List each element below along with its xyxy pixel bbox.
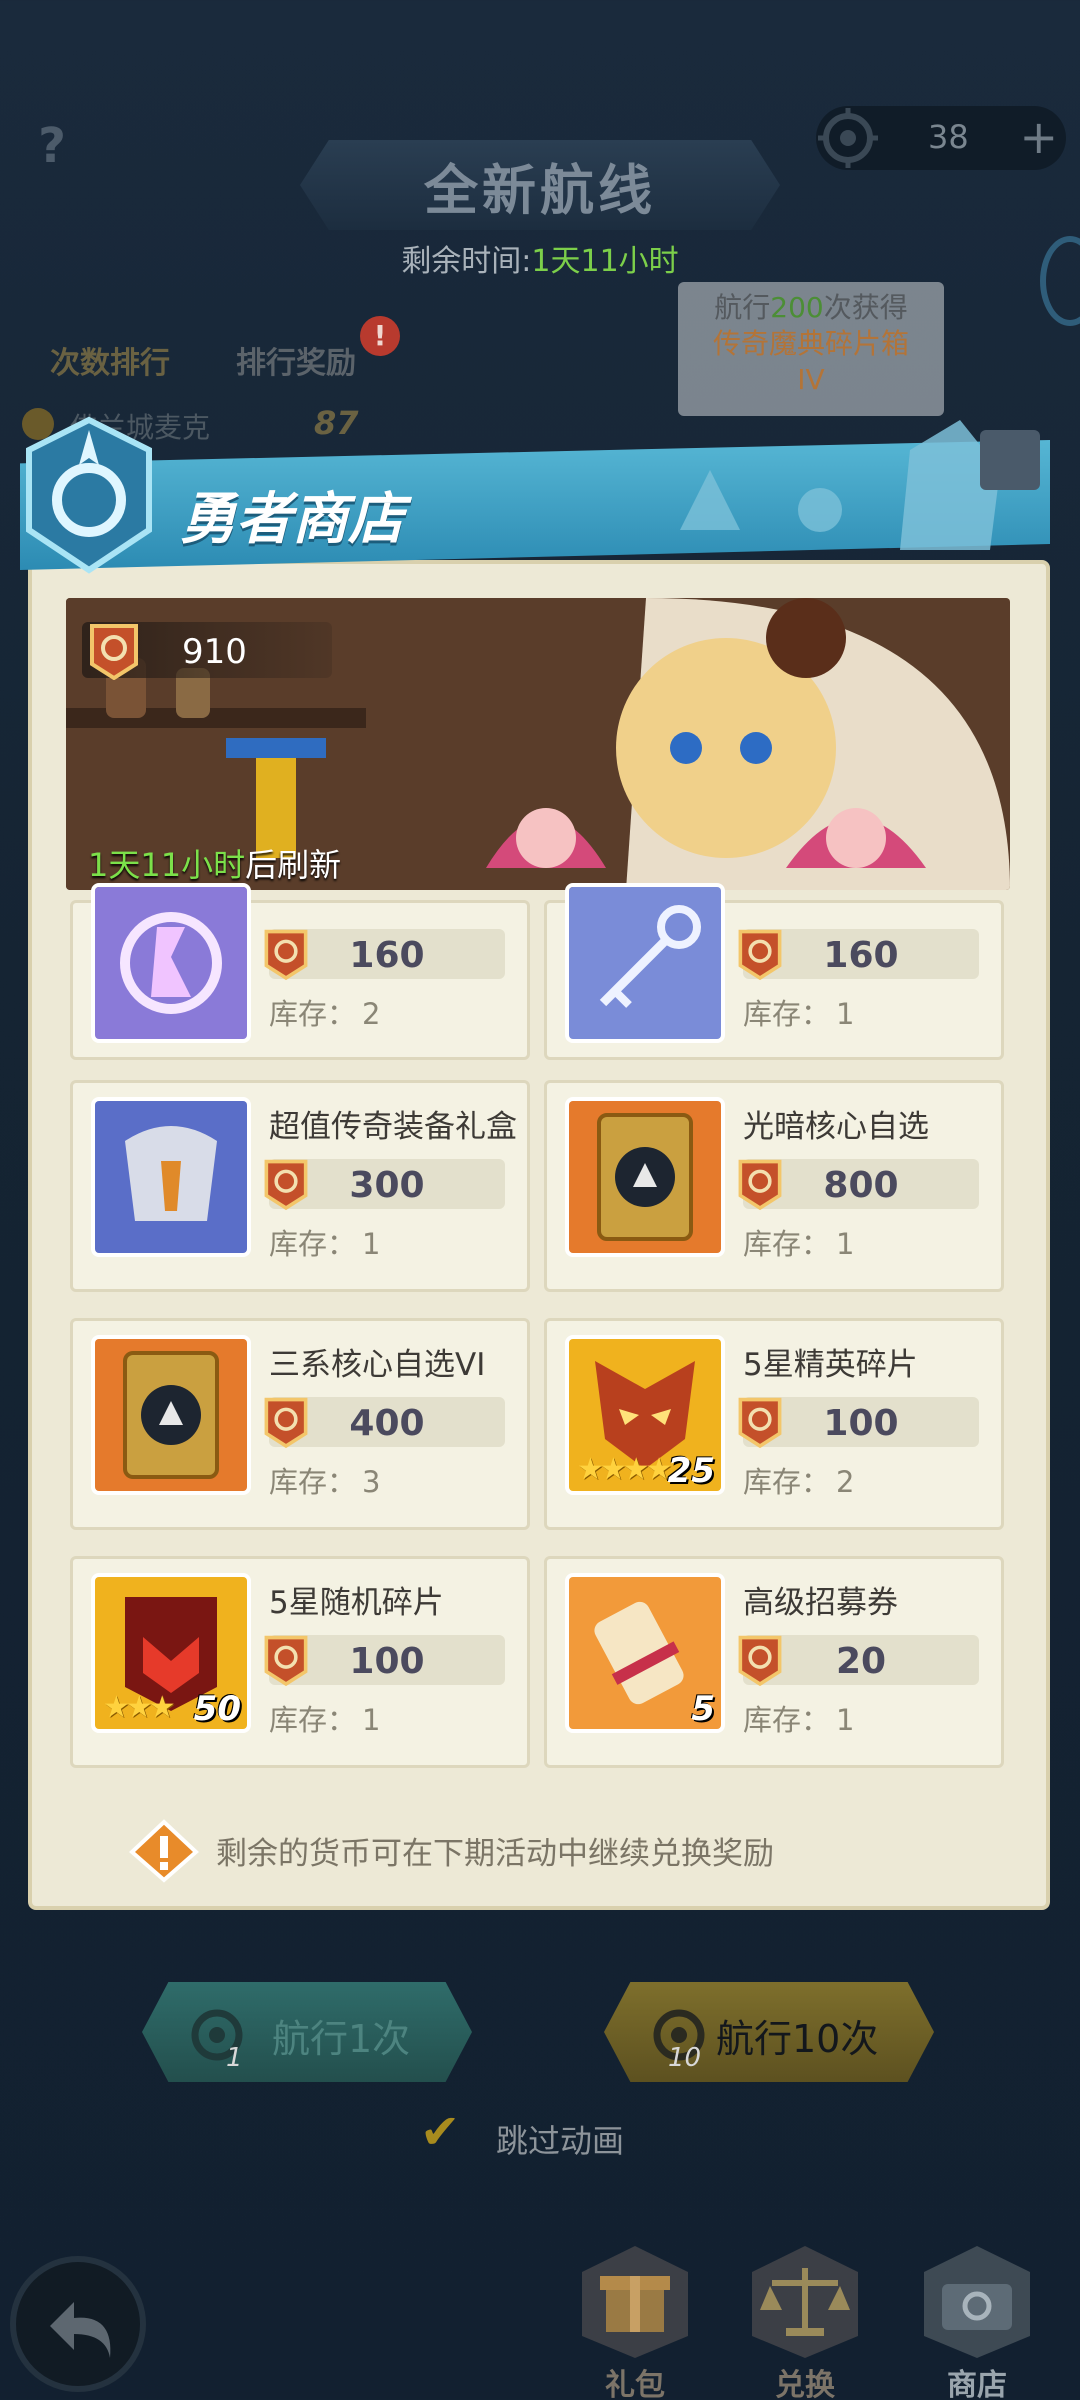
item-name: 5星随机碎片 <box>269 1585 444 1621</box>
help-button[interactable]: ? <box>28 118 76 174</box>
item-price: 160 <box>349 935 425 976</box>
price-tag: 160 <box>264 929 505 981</box>
scales-icon <box>752 2246 858 2358</box>
skip-animation-toggle[interactable]: ✔ 跳过动画 <box>420 2104 660 2160</box>
item-stock: 库存： 1 <box>269 1703 381 1737</box>
tab-count-rank[interactable]: 次数排行 <box>50 338 170 382</box>
nav-gift-tab[interactable]: 礼包 <box>570 2240 700 2400</box>
elite-mask-icon: ★★★★ 25 <box>565 1335 725 1495</box>
shop-item-card[interactable]: 三系核心自选VI 400 库存： 3 <box>70 1318 530 1530</box>
svg-text:1: 1 <box>226 2043 243 2070</box>
compass-count: 38 <box>928 118 969 156</box>
shop-item-card[interactable]: 光暗核心自选 800 库存： 1 <box>544 1080 1004 1292</box>
voyage-reward-tip: 航行200次获得 传奇魔典碎片箱 IV <box>678 282 944 416</box>
currency-notice: 剩余的货币可在下期活动中继续兑换奖励 <box>128 1818 1008 1883</box>
nav-exchange-tab[interactable]: 兑换 <box>740 2240 870 2400</box>
core-card-icon <box>91 1335 251 1495</box>
shop-item-card[interactable]: ★★★ 50 5星随机碎片 100 库存： 1 <box>70 1556 530 1768</box>
price-tag: 300 <box>264 1159 505 1211</box>
plus-icon[interactable]: + <box>1019 112 1058 162</box>
refresh-countdown: 1天11小时后刷新 <box>88 846 342 884</box>
alert-icon: ! <box>360 316 400 356</box>
item-stock: 库存： 1 <box>743 1227 855 1261</box>
item-name: 高级招募券 <box>743 1585 898 1621</box>
price-tag: 400 <box>264 1397 505 1449</box>
shop-item-card[interactable]: 160 库存： 1 <box>544 883 1004 1060</box>
item-quantity: 50 <box>193 1689 241 1729</box>
shop-item-card[interactable]: ★★★★ 25 5星精英碎片 100 库存： 2 <box>544 1318 1004 1530</box>
item-stock: 库存： 1 <box>269 1227 381 1261</box>
compass-icon <box>818 108 878 168</box>
item-stock: 库存： 1 <box>743 997 855 1031</box>
warning-icon <box>129 1819 199 1883</box>
check-icon: ✔ <box>420 2104 461 2160</box>
remaining-time: 剩余时间:1天11小时 <box>401 244 679 279</box>
sail-ten-button[interactable]: 10 航行10次 <box>604 1982 934 2082</box>
page-title: 全新航线 <box>424 158 656 222</box>
shop-chest-icon <box>924 2246 1030 2358</box>
star-rating: ★★★★ <box>577 1452 673 1487</box>
scroll-icon: 5 <box>565 1573 725 1733</box>
rank-tabs: 次数排行 排行奖励 ! <box>0 316 420 390</box>
price-tag: 20 <box>738 1635 979 1687</box>
item-stock: 库存： 2 <box>743 1465 855 1499</box>
price-tag: 100 <box>264 1635 505 1687</box>
core-card-icon <box>565 1097 725 1257</box>
ship-wheel-icon: 10 <box>653 2009 705 2070</box>
hero-coin-icon <box>90 624 138 680</box>
armor-icon <box>91 1097 251 1257</box>
item-name: 光暗核心自选 <box>743 1109 929 1145</box>
item-name: 三系核心自选VI <box>269 1347 486 1383</box>
header-decoration <box>680 420 1040 550</box>
gift-icon <box>582 2246 688 2358</box>
shop-item-card[interactable]: 超值传奇装备礼盒 300 库存： 1 <box>70 1080 530 1292</box>
currency-display: 910 <box>82 622 332 680</box>
rune-icon <box>91 883 251 1043</box>
item-stock: 库存： 1 <box>743 1703 855 1737</box>
item-name: 超值传奇装备礼盒 <box>269 1109 517 1145</box>
shop-item-card[interactable]: 5 高级招募券 20 库存： 1 <box>544 1556 1004 1768</box>
event-title-banner: 全新航线 <box>300 140 780 230</box>
item-price: 160 <box>823 935 899 976</box>
shop-emblem-icon <box>26 416 152 574</box>
back-button[interactable] <box>10 2256 146 2392</box>
shop-title: 勇者商店 <box>180 487 404 552</box>
sail-once-button[interactable]: 1 航行1次 <box>142 1982 472 2082</box>
tab-rank-rewards[interactable]: 排行奖励 <box>236 338 356 382</box>
item-price: 300 <box>349 1165 425 1206</box>
item-price: 100 <box>349 1641 425 1682</box>
price-tag: 100 <box>738 1397 979 1449</box>
svg-text:10: 10 <box>668 2043 701 2070</box>
item-quantity: 5 <box>691 1689 715 1729</box>
price-tag: 160 <box>738 929 979 981</box>
shop-item-card[interactable]: 160 库存： 2 <box>70 883 530 1060</box>
item-price: 100 <box>823 1403 899 1444</box>
ship-wheel-icon: 1 <box>191 2009 243 2070</box>
price-tag: 800 <box>738 1159 979 1211</box>
compass-counter: 38 + <box>816 106 1066 170</box>
item-price: 400 <box>349 1403 425 1444</box>
item-name: 5星精英碎片 <box>743 1347 918 1383</box>
item-price: 20 <box>835 1641 887 1682</box>
back-arrow-icon <box>50 2302 111 2358</box>
item-stock: 库存： 2 <box>269 997 381 1031</box>
key-icon <box>565 883 725 1043</box>
item-stock: 库存： 3 <box>269 1465 381 1499</box>
random-shard-icon: ★★★ 50 <box>91 1573 251 1733</box>
item-price: 800 <box>823 1165 899 1206</box>
item-quantity: 25 <box>667 1451 715 1491</box>
star-rating: ★★★ <box>103 1690 176 1725</box>
nav-shop-tab[interactable]: 商店 <box>912 2240 1042 2400</box>
